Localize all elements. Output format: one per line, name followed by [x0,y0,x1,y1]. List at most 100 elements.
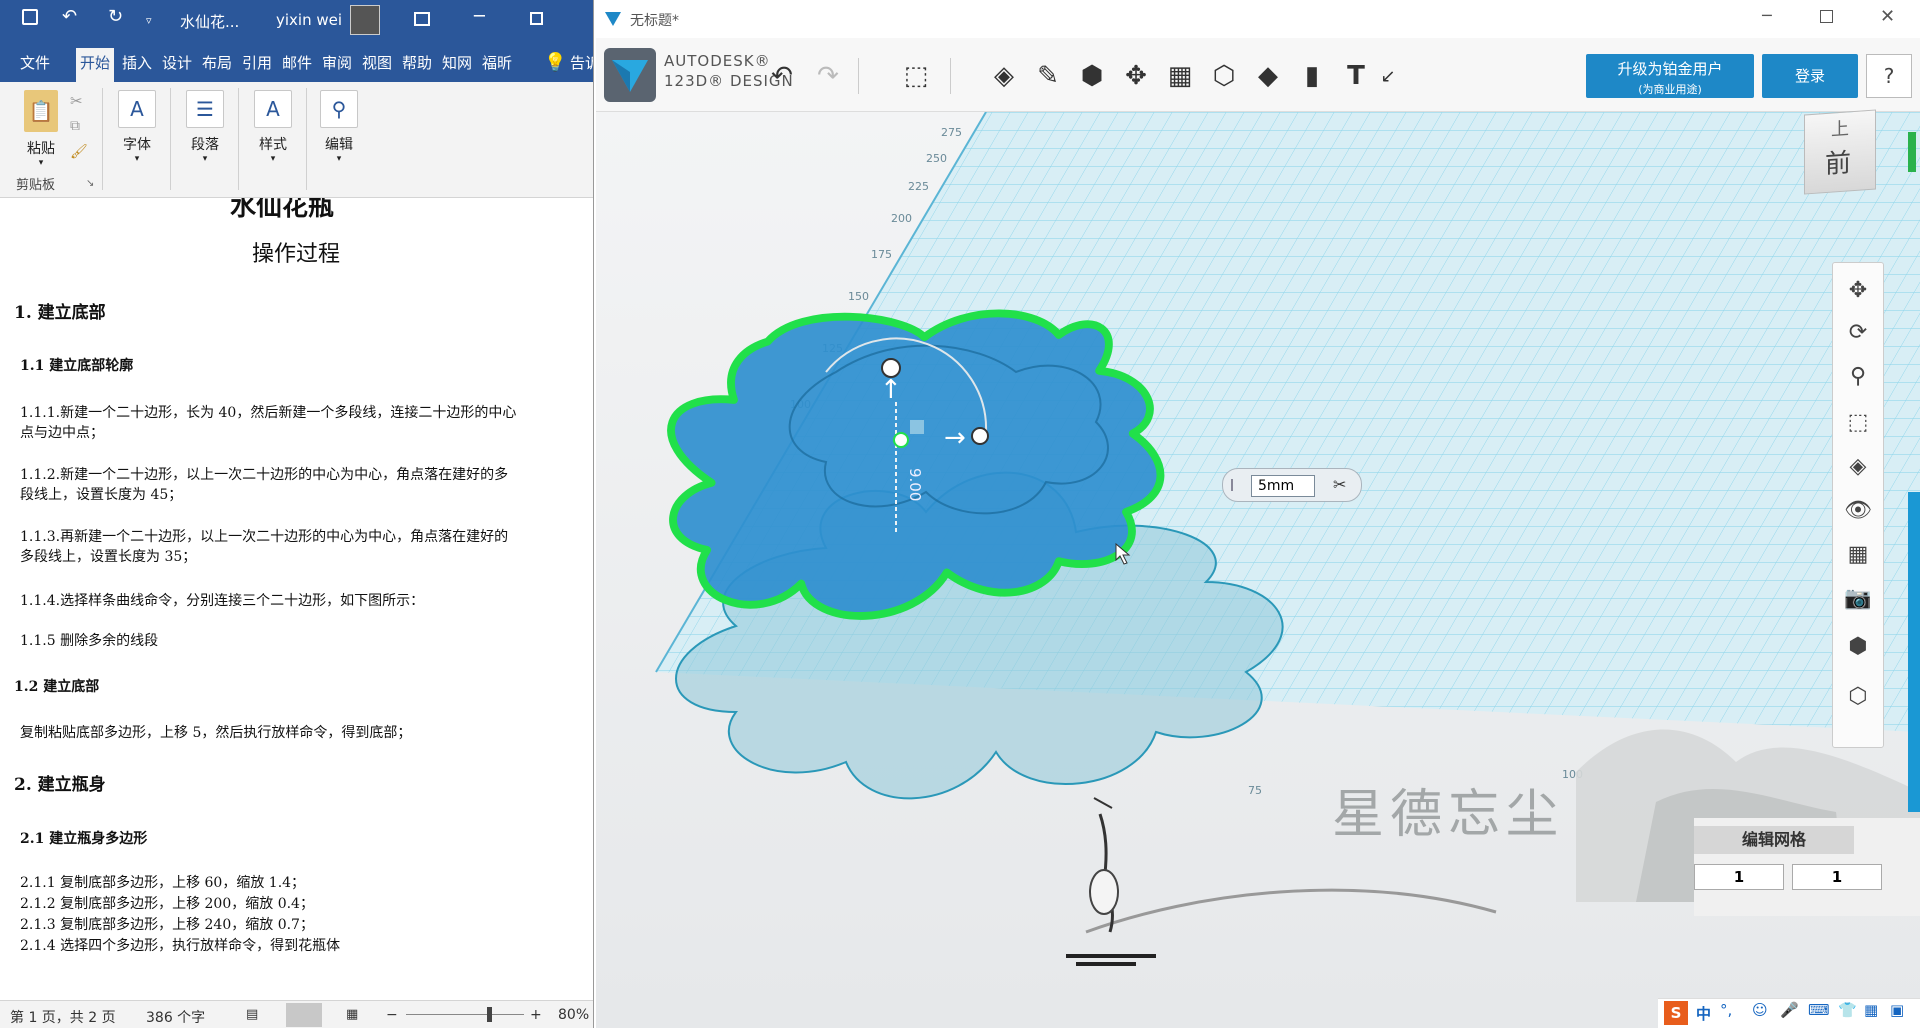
tools-icon[interactable]: ▦ [1864,1001,1878,1019]
fit-icon[interactable]: ⬚ [1839,403,1877,441]
view-cube[interactable]: 前 上 [1804,109,1876,195]
close-icon[interactable]: ✕ [1880,6,1895,27]
paragraph-icon: ☰ [186,90,224,128]
doc-title-heading: 水仙花瓶 [230,198,335,222]
tab-file[interactable]: 文件 [16,52,54,78]
tab-mailings[interactable]: 邮件 [278,52,316,78]
copy-icon[interactable]: ⧉ [70,118,80,134]
emoji-icon[interactable]: ☺ [1752,1001,1768,1019]
camera-icon[interactable]: 📷 [1839,579,1877,617]
modify-icon[interactable]: ✥ [1116,56,1156,96]
maximize-icon[interactable] [1820,10,1833,23]
undo-icon[interactable]: ↶ [762,56,802,96]
distance-input[interactable]: 5mm [1251,475,1315,497]
tab-layout[interactable]: 布局 [198,52,236,78]
redo-icon[interactable]: ↻ [108,6,123,27]
sketch-icon[interactable]: ✎ [1028,56,1068,96]
ribbon-display-icon[interactable] [414,12,430,26]
paragraph-button[interactable]: ☰ 段落 ▾ [182,90,228,164]
toolbox-icon[interactable]: ▣ [1890,1001,1904,1019]
view-cube-front-label[interactable]: 前 [1825,142,1851,181]
tab-help[interactable]: 帮助 [398,52,436,78]
avatar[interactable] [350,5,380,35]
redo-icon[interactable]: ↷ [808,56,848,96]
punctuation-icon[interactable]: °, [1720,1001,1732,1019]
zoom-out-icon[interactable]: − [386,1007,398,1023]
font-button[interactable]: A 字体 ▾ [114,90,160,164]
zoom-level[interactable]: 80% [558,1007,589,1023]
tab-design[interactable]: 设计 [158,52,196,78]
tab-view[interactable]: 视图 [358,52,396,78]
watermark-text: 星德忘尘 [1332,785,1564,845]
material-icon[interactable]: ⬢ [1839,627,1877,665]
document-page[interactable]: 水仙花瓶 操作过程 1. 建立底部 1.1 建立底部轮廓 1.1.1.新建一个二… [0,198,593,1000]
doc-line: 1. 建立底部 [14,303,106,323]
eye-icon[interactable]: 👁 [1839,491,1877,529]
help-button[interactable]: ? [1866,54,1912,98]
view-cube-top-label[interactable]: 上 [1831,114,1849,141]
tab-insert[interactable]: 插入 [118,52,156,78]
pan-icon[interactable]: ✥ [1839,271,1877,309]
tab-references[interactable]: 引用 [238,52,276,78]
paste-button[interactable]: 📋 粘贴 ▾ [16,90,66,168]
upgrade-button[interactable]: 升级为铂金用户 (为商业用途) [1586,54,1754,98]
save-icon[interactable] [22,9,38,25]
tab-tell-me[interactable]: 告诉 [566,52,593,78]
styles-button[interactable]: A 样式 ▾ [250,90,296,164]
zoom-icon[interactable]: ⚲ [1839,357,1877,395]
print-layout-icon[interactable] [286,1003,322,1027]
autodesk-logo-icon[interactable] [604,48,656,102]
zoom-in-icon[interactable]: + [530,1007,542,1023]
dialog-launcher-icon[interactable]: ↘ [86,178,94,189]
keyboard-icon[interactable]: ⌨ [1808,1001,1830,1019]
skin-icon[interactable]: 👕 [1838,1001,1857,1019]
minimize-icon[interactable]: ─ [474,6,485,27]
combine-icon[interactable]: ◆ [1248,56,1288,96]
construct-icon[interactable]: ⬢ [1072,56,1112,96]
tab-foxit[interactable]: 福昕 [478,52,516,78]
edit-grid-title[interactable]: 编辑网格 [1694,826,1854,854]
tab-home[interactable]: 开始 [76,48,115,82]
zoom-slider[interactable] [406,1014,524,1015]
sogou-icon[interactable]: S [1664,1001,1688,1025]
format-painter-icon[interactable]: 🖌 [70,144,88,160]
zoom-slider-thumb[interactable] [486,1007,492,1022]
undo-icon[interactable]: ↶ [62,6,77,27]
drag-handle-icon[interactable] [1231,479,1241,491]
pivot-point[interactable] [893,432,909,448]
arrow-up-icon[interactable]: ↑ [880,375,902,405]
orbit-icon[interactable]: ⟳ [1839,313,1877,351]
customize-qat-icon[interactable]: ▿ [146,14,152,27]
snap-icon[interactable]: ↙ [1368,56,1408,96]
word-count[interactable]: 386 个字 [146,1007,205,1027]
add-primitive-icon[interactable]: ⬚ [896,56,936,96]
editing-button[interactable]: ⚲ 编辑 ▾ [316,90,362,164]
view-mode-icon[interactable]: ◈ [1839,447,1877,485]
ime-label[interactable]: 中 [1696,1003,1711,1024]
page-count[interactable]: 第 1 页，共 2 页 [10,1007,116,1027]
grouping-icon[interactable]: ⬡ [1204,56,1244,96]
login-button[interactable]: 登录 [1762,54,1858,98]
primitives-icon[interactable]: ◈ [984,56,1024,96]
tab-review[interactable]: 审阅 [318,52,356,78]
doc-line: 1.1.5 删除多余的线段 [20,633,159,649]
cut-icon[interactable]: ✂ [70,92,83,110]
outline-icon[interactable]: ⬡ [1839,677,1877,715]
minimize-icon[interactable]: ─ [1762,6,1772,25]
measure-icon[interactable]: ▮ [1292,56,1332,96]
view-slider[interactable] [1908,132,1916,172]
maximize-icon[interactable] [530,12,543,25]
rotate-handle-icon[interactable] [971,427,989,445]
grid-icon[interactable]: ▦ [1839,535,1877,573]
web-layout-icon[interactable]: ▦ [346,1007,358,1022]
pattern-icon[interactable]: ▦ [1160,56,1200,96]
side-panel-tab[interactable] [1908,492,1920,812]
user-name[interactable]: yixin wei [276,11,342,29]
arrow-right-icon[interactable]: → [944,423,966,453]
tab-cnki[interactable]: 知网 [438,52,476,78]
grid-value-input[interactable]: 1 [1694,864,1784,890]
grid-value-input[interactable]: 1 [1792,864,1882,890]
read-mode-icon[interactable]: ▤ [246,1007,258,1022]
mic-icon[interactable]: 🎤 [1780,1001,1799,1019]
snap-toggle-icon[interactable]: ✂ [1333,475,1346,494]
